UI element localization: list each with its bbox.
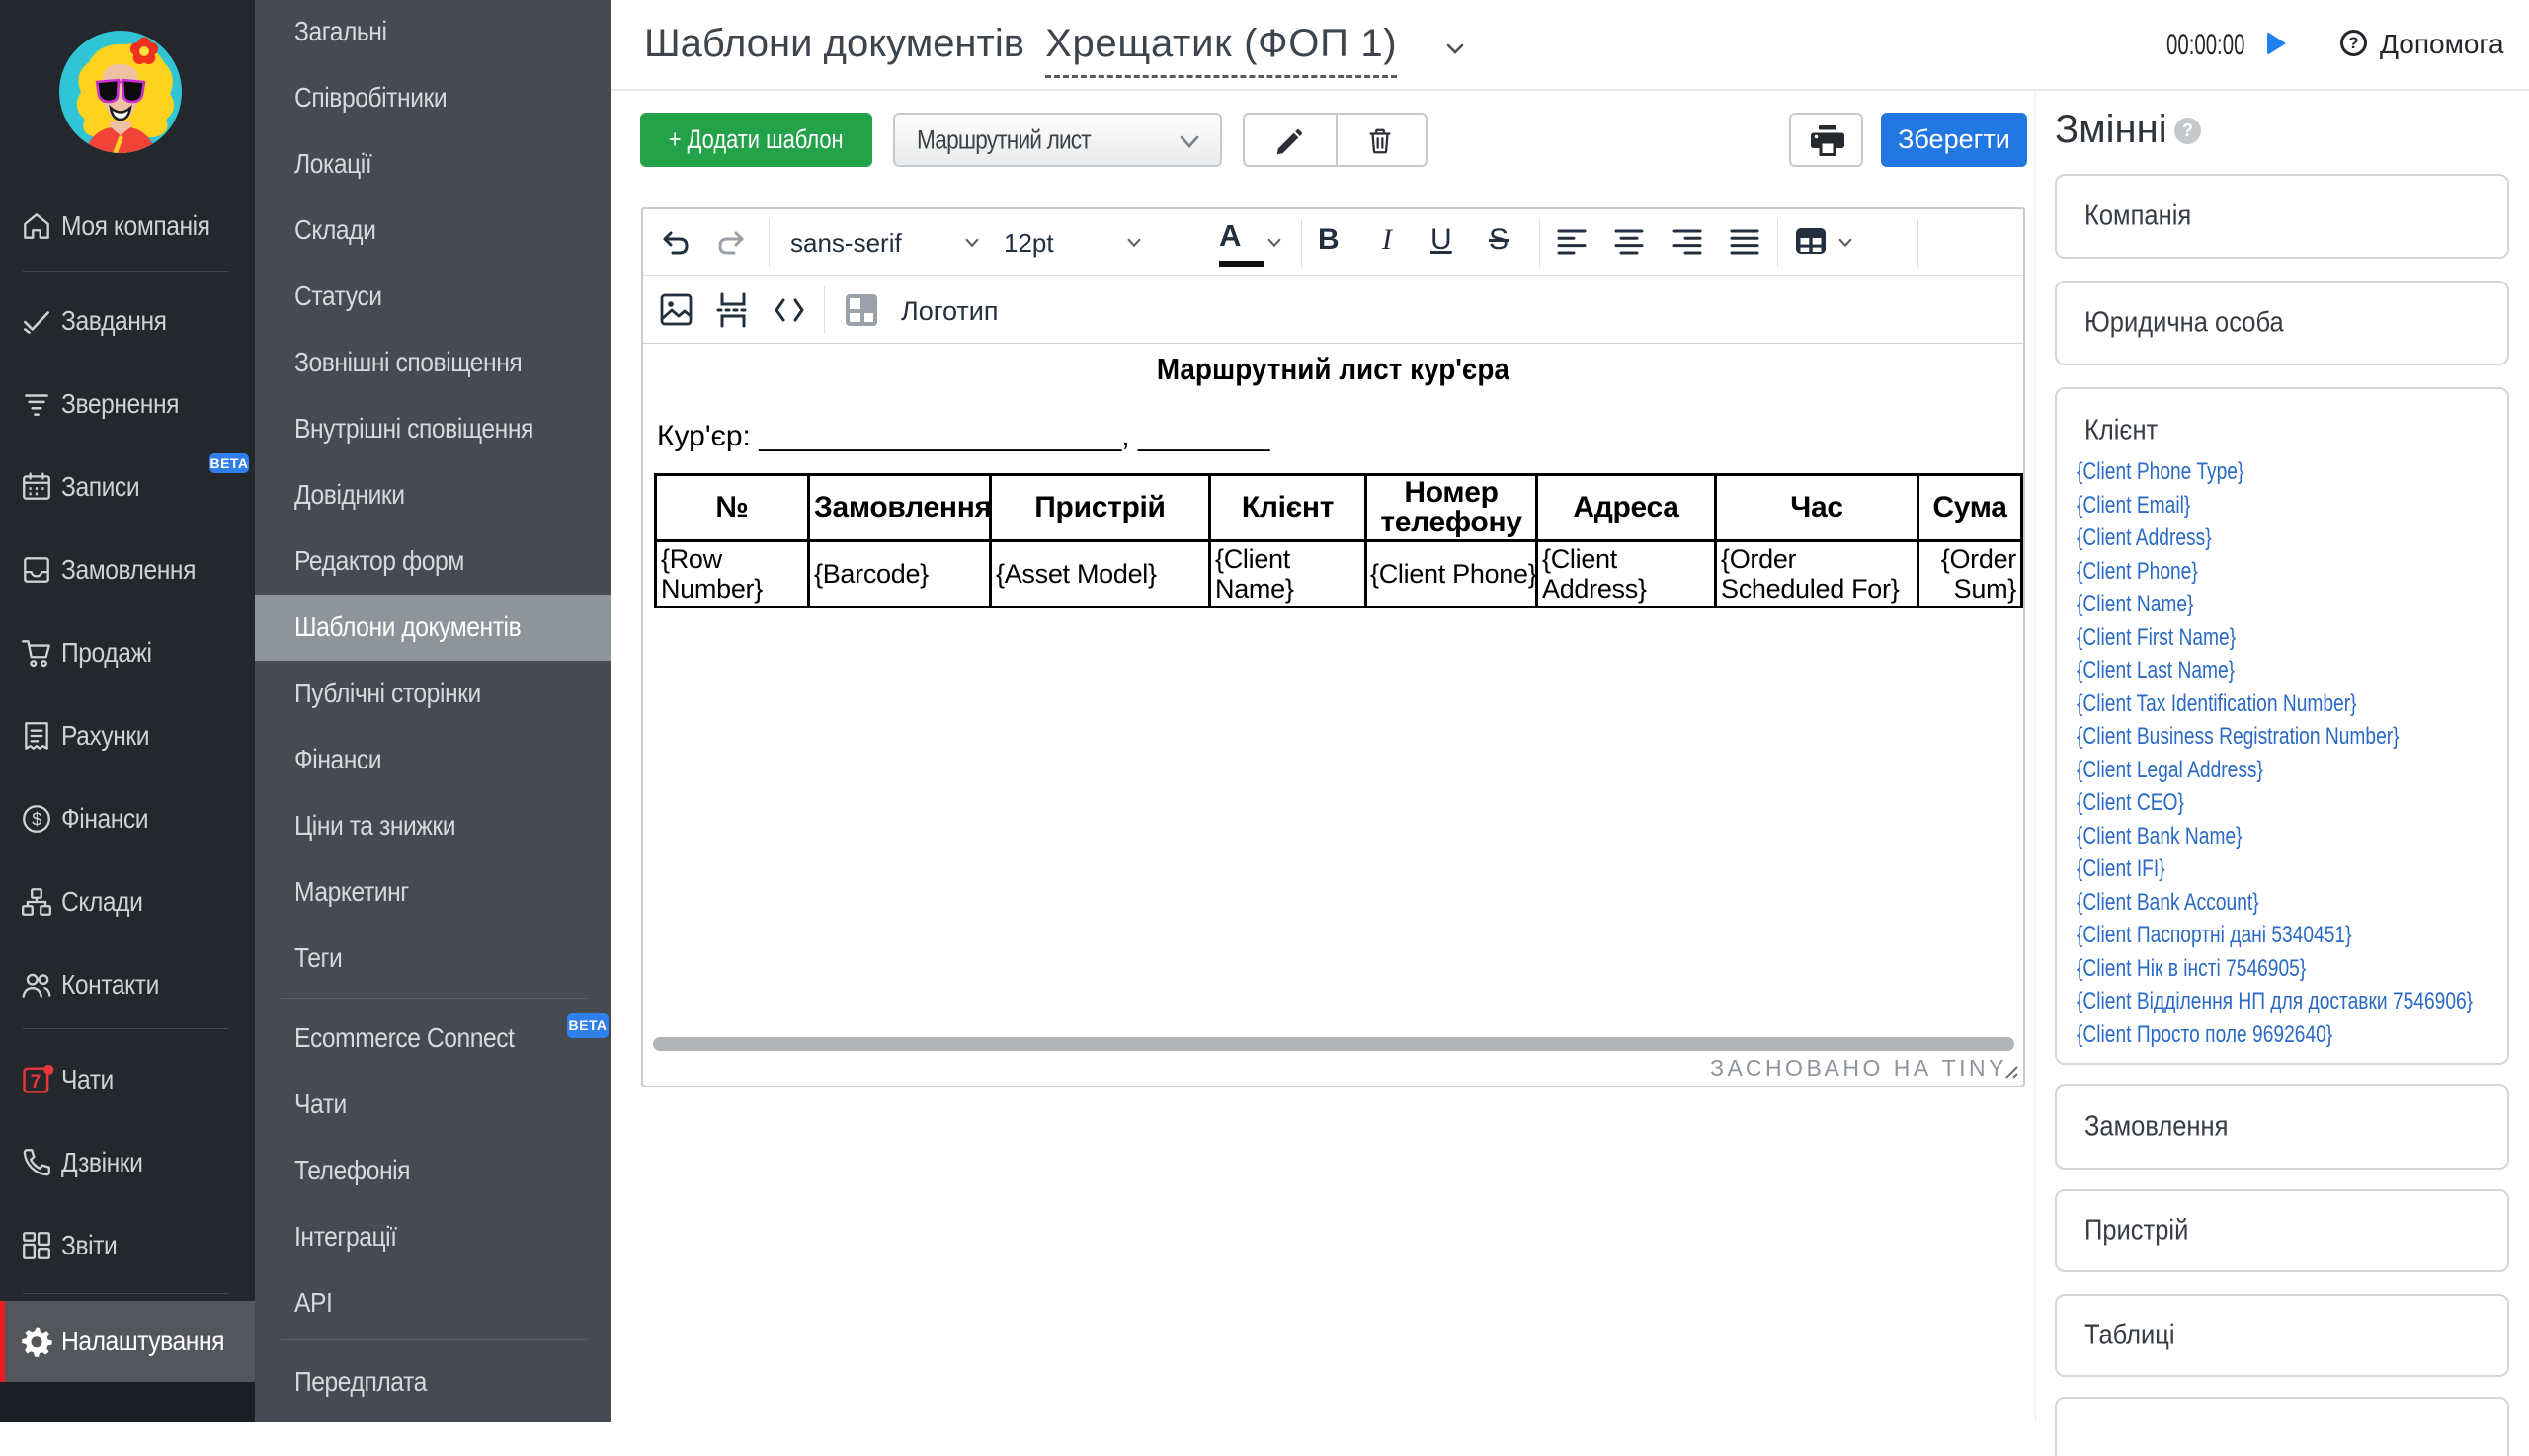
svg-text:$: $ — [32, 809, 41, 829]
svg-text:7: 7 — [31, 1072, 41, 1092]
